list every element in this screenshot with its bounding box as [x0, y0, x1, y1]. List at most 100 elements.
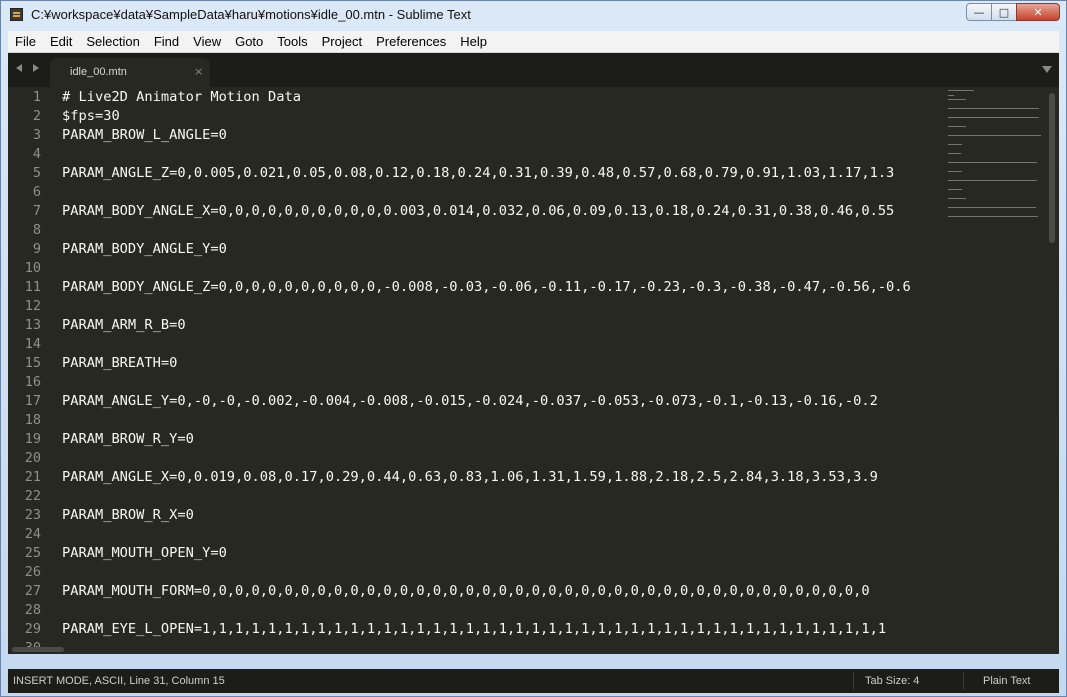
menu-selection[interactable]: Selection [79, 31, 146, 52]
horizontal-scroll-thumb[interactable] [12, 647, 64, 652]
minimap-line [948, 153, 961, 154]
code-line: PARAM_ANGLE_Y=0,-0,-0,-0.002,-0.004,-0.0… [62, 393, 878, 409]
window-title: C:¥workspace¥data¥SampleData¥haru¥motion… [31, 7, 471, 22]
menu-goto[interactable]: Goto [228, 31, 270, 52]
code-line: PARAM_EYE_L_OPEN=1,1,1,1,1,1,1,1,1,1,1,1… [62, 621, 887, 637]
line-number: 2 [32, 108, 41, 124]
line-number: 8 [32, 222, 41, 238]
horizontal-scrollbar[interactable] [8, 644, 1059, 654]
menu-project[interactable]: Project [315, 31, 369, 52]
arrow-right-icon[interactable] [33, 64, 39, 72]
line-number: 22 [24, 488, 41, 504]
minimap-line [948, 207, 1037, 208]
menu-file[interactable]: File [8, 31, 43, 52]
minimize-button[interactable]: — [966, 3, 992, 21]
line-number: 24 [24, 526, 41, 542]
status-text: INSERT MODE, ASCII, Line 31, Column 15 [13, 675, 225, 687]
line-number: 28 [24, 602, 41, 618]
window-controls: — □ ✕ [966, 3, 1060, 23]
line-number: 23 [24, 507, 41, 523]
code-text[interactable]: # Live2D Animator Motion Data $fps=30 PARA… [62, 87, 948, 654]
tab-size-indicator[interactable]: Tab Size: 4 [865, 675, 919, 687]
code-line: PARAM_MOUTH_OPEN_Y=0 [62, 545, 227, 561]
sublime-window: C:¥workspace¥data¥SampleData¥haru¥motion… [0, 0, 1067, 697]
line-number: 27 [24, 583, 41, 599]
line-number: 7 [32, 203, 41, 219]
code-line: PARAM_BROW_R_X=0 [62, 507, 194, 523]
tab-label: idle_00.mtn [70, 66, 127, 78]
menu-help[interactable]: Help [453, 31, 494, 52]
editor-area[interactable]: 1 2 3 4 5 6 7 8 9 10 11 12 13 14 15 16 17 18 19 20 21 22 23 24 2… [8, 87, 1059, 654]
minimap-line [948, 90, 975, 91]
status-divider [853, 672, 854, 690]
maximize-button[interactable]: □ [991, 3, 1017, 21]
code-line: PARAM_MOUTH_FORM=0,0,0,0,0,0,0,0,0,0,0,0… [62, 583, 870, 599]
minimap[interactable] [948, 87, 1045, 654]
line-number: 16 [24, 374, 41, 390]
minimap-line [948, 162, 1038, 163]
title-bar: C:¥workspace¥data¥SampleData¥haru¥motion… [1, 1, 1066, 31]
close-button[interactable]: ✕ [1016, 3, 1060, 21]
vertical-scroll-thumb[interactable] [1049, 93, 1055, 243]
code-line: PARAM_ARM_R_B=0 [62, 317, 186, 333]
line-number: 5 [32, 165, 41, 181]
code-line: PARAM_BODY_ANGLE_Y=0 [62, 241, 227, 257]
line-number: 14 [24, 336, 41, 352]
line-number: 25 [24, 545, 41, 561]
tab-idle-mtn[interactable]: idle_00.mtn × [50, 58, 210, 87]
line-number: 9 [32, 241, 41, 257]
minimap-line [948, 94, 955, 96]
status-bar: INSERT MODE, ASCII, Line 31, Column 15 T… [8, 669, 1059, 693]
line-number: 11 [24, 279, 41, 295]
menu-bar: File Edit Selection Find View Goto Tools… [8, 31, 1059, 53]
menu-view[interactable]: View [186, 31, 228, 52]
line-number: 18 [24, 412, 41, 428]
tab-bar: idle_00.mtn × [8, 53, 1059, 87]
minimap-line [948, 144, 962, 145]
minimap-line [948, 180, 1038, 181]
minimap-line [948, 216, 1038, 217]
minimap-line [948, 99, 966, 100]
code-line: PARAM_ANGLE_Z=0,0.005,0.021,0.05,0.08,0.… [62, 165, 895, 181]
line-number: 4 [32, 146, 41, 162]
code-line: PARAM_BROW_R_Y=0 [62, 431, 194, 447]
code-line: PARAM_BODY_ANGLE_Z=0,0,0,0,0,0,0,0,0,0,-… [62, 279, 911, 295]
line-number: 29 [24, 621, 41, 637]
line-number: 21 [24, 469, 41, 485]
line-number: 1 [32, 89, 41, 105]
status-divider [963, 672, 964, 690]
line-number: 19 [24, 431, 41, 447]
minimap-line [948, 189, 963, 190]
line-number: 20 [24, 450, 41, 466]
line-number: 10 [24, 260, 41, 276]
syntax-indicator[interactable]: Plain Text [983, 675, 1031, 687]
line-number: 3 [32, 127, 41, 143]
vertical-scrollbar[interactable] [1045, 87, 1059, 654]
tab-close-icon[interactable]: × [194, 65, 203, 78]
menu-tools[interactable]: Tools [270, 31, 314, 52]
code-line: PARAM_BREATH=0 [62, 355, 178, 371]
line-number: 17 [24, 393, 41, 409]
line-number: 13 [24, 317, 41, 333]
code-line: PARAM_BODY_ANGLE_X=0,0,0,0,0,0,0,0,0,0,0… [62, 203, 895, 219]
code-line: PARAM_BROW_L_ANGLE=0 [62, 127, 227, 143]
minimap-line [948, 108, 1039, 109]
sublime-app-icon [10, 8, 23, 21]
line-number-gutter: 1 2 3 4 5 6 7 8 9 10 11 12 13 14 15 16 17 18 19 20 21 22 23 24 2… [8, 87, 48, 654]
line-number: 6 [32, 184, 41, 200]
minimap-line [948, 117, 1039, 118]
chevron-down-icon[interactable] [1042, 66, 1052, 73]
minimap-line [948, 135, 1041, 136]
code-line: # Live2D Animator Motion Data [62, 89, 301, 105]
minimap-line [948, 171, 963, 172]
menu-find[interactable]: Find [147, 31, 186, 52]
arrow-left-icon[interactable] [16, 64, 22, 72]
minimap-line [948, 126, 966, 127]
line-number: 12 [24, 298, 41, 314]
menu-preferences[interactable]: Preferences [369, 31, 453, 52]
code-line: PARAM_ANGLE_X=0,0.019,0.08,0.17,0.29,0.4… [62, 469, 878, 485]
line-number: 26 [24, 564, 41, 580]
menu-edit[interactable]: Edit [43, 31, 79, 52]
line-number: 15 [24, 355, 41, 371]
code-line: $fps=30 [62, 108, 120, 124]
